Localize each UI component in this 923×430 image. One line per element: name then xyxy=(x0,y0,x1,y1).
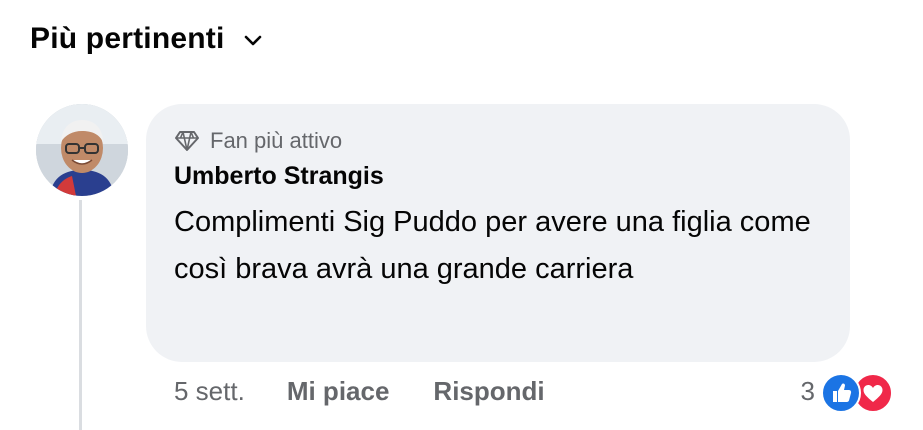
comment-text: Complimenti Sig Puddo per avere una figl… xyxy=(174,206,811,285)
sort-label: Più pertinenti xyxy=(30,22,225,55)
reaction-icons xyxy=(821,371,895,413)
comment-timestamp[interactable]: 5 sett. xyxy=(174,376,245,407)
diamond-icon xyxy=(175,131,199,151)
chevron-down-icon xyxy=(245,35,262,46)
badge-label: Fan più attivo xyxy=(210,128,343,153)
top-fan-badge[interactable]: Fan più attivo xyxy=(174,126,850,156)
reply-button[interactable]: Rispondi xyxy=(433,376,544,407)
sort-dropdown[interactable]: Più pertinenti xyxy=(30,22,264,56)
reactions-summary[interactable]: 3 xyxy=(800,371,895,413)
like-button[interactable]: Mi piace xyxy=(287,376,390,407)
avatar[interactable] xyxy=(36,104,128,196)
comment-author[interactable]: Umberto Strangis xyxy=(174,162,850,191)
comment-actions: 5 sett. Mi piace Rispondi xyxy=(174,376,545,407)
comment-bubble: Fan più attivo Umberto Strangis Complime… xyxy=(146,104,850,362)
avatar-photo xyxy=(36,104,128,196)
reaction-count: 3 xyxy=(800,375,815,406)
thread-line xyxy=(79,200,82,430)
like-reaction-icon xyxy=(821,373,861,413)
